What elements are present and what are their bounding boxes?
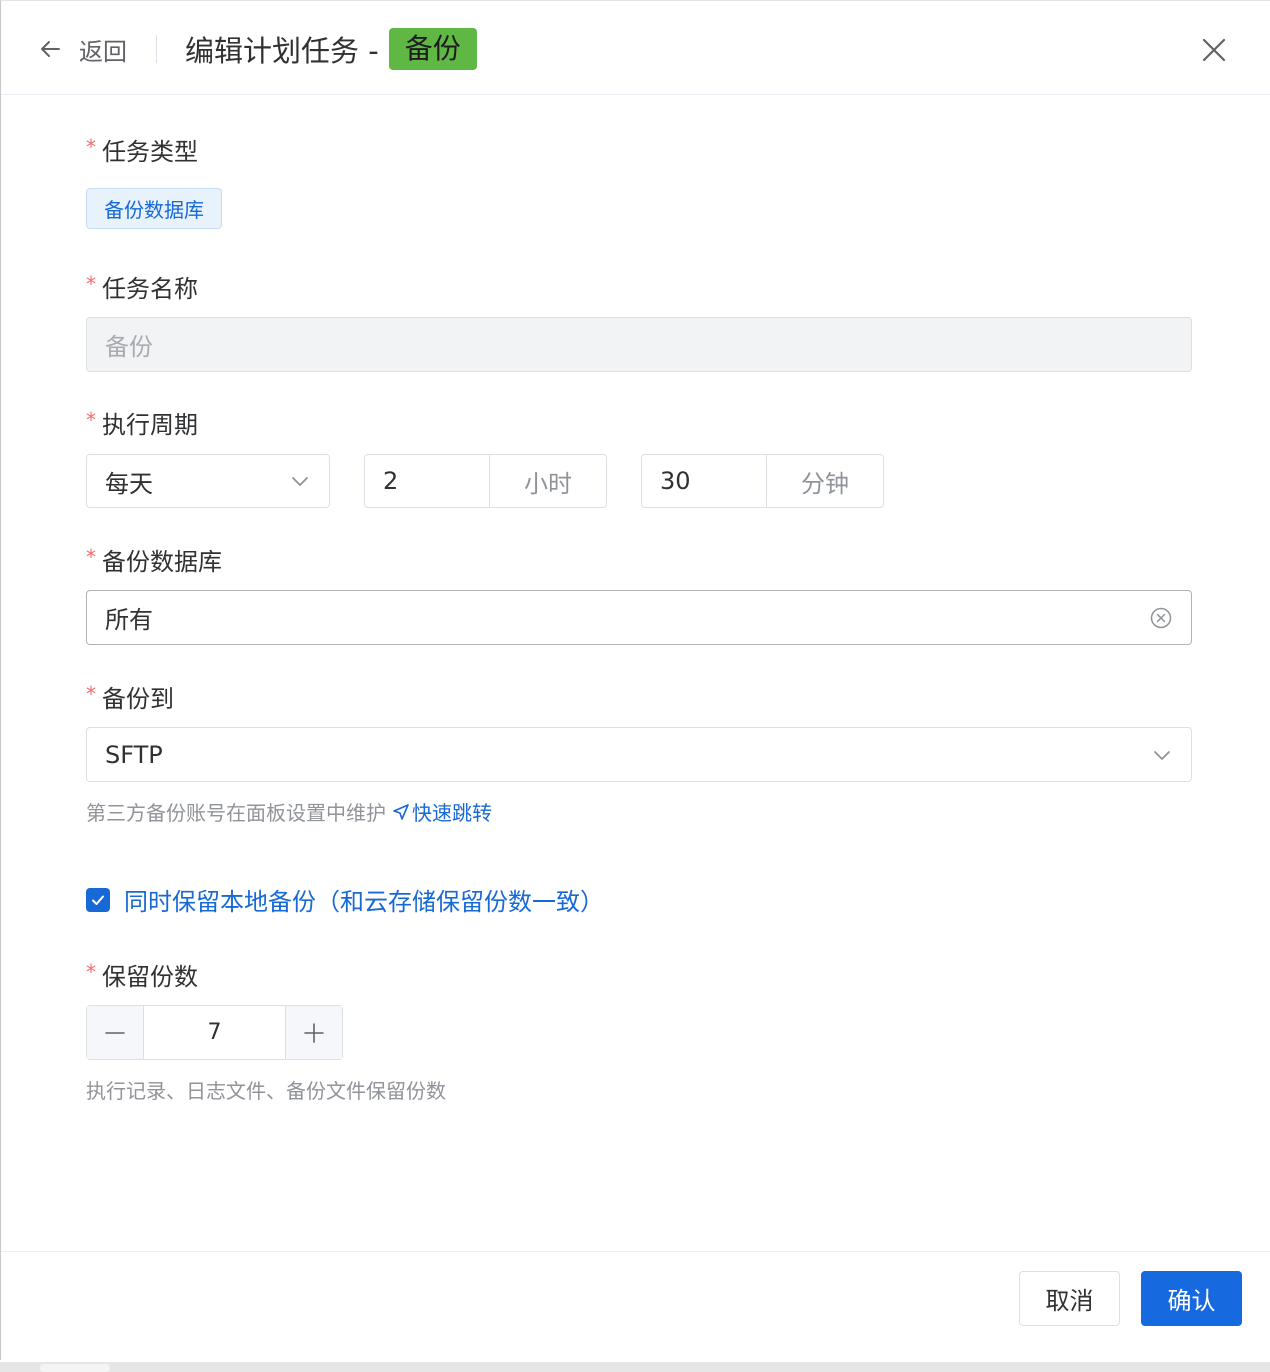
minutes-input[interactable]: 30 分钟 <box>641 454 884 508</box>
title-text: 编辑计划任务 - <box>185 34 379 68</box>
required-mark: * <box>86 544 96 569</box>
cycle-label-text: 执行周期 <box>102 411 198 439</box>
task-name-input[interactable]: 备份 <box>86 317 1192 372</box>
title-tag: 备份 <box>388 28 477 70</box>
dialog-header: 返回 编辑计划任务 - 备份 <box>1 1 1270 95</box>
backup-to-hint: 第三方备份账号在面板设置中维护 快速跳转 <box>86 797 492 826</box>
back-label: 返回 <box>79 37 127 66</box>
retention-hint: 执行记录、日志文件、备份文件保留份数 <box>86 1079 446 1103</box>
database-label-text: 备份数据库 <box>102 548 222 576</box>
task-name-label: * 任务名称 <box>86 269 198 304</box>
back-button[interactable]: 返回 <box>37 31 127 67</box>
retention-value[interactable]: 7 <box>144 1006 285 1059</box>
backup-to-label: * 备份到 <box>86 679 174 714</box>
task-name-label-text: 任务名称 <box>102 275 198 303</box>
task-type-chip: 备份数据库 <box>86 188 222 229</box>
backup-to-hint-text: 第三方备份账号在面板设置中维护 <box>86 801 386 825</box>
retention-stepper: 7 <box>86 1005 343 1060</box>
edit-task-dialog: 返回 编辑计划任务 - 备份 * 任务类型 备份数据库 * 任务名称 备份 * … <box>0 0 1270 1360</box>
quick-jump-link[interactable]: 快速跳转 <box>392 797 492 826</box>
retention-label-text: 保留份数 <box>102 963 198 991</box>
minus-icon <box>105 1031 125 1034</box>
task-type-label-text: 任务类型 <box>102 138 198 166</box>
check-icon <box>92 895 104 905</box>
cycle-label: * 执行周期 <box>86 405 198 440</box>
quick-jump-label: 快速跳转 <box>412 801 492 825</box>
required-mark: * <box>86 407 96 432</box>
backup-to-select[interactable]: SFTP <box>86 727 1192 782</box>
dialog-footer: 取消 确认 <box>1 1251 1270 1361</box>
hours-value: 2 <box>383 467 399 495</box>
required-mark: * <box>86 681 96 706</box>
task-type-label: * 任务类型 <box>86 132 198 167</box>
hours-input[interactable]: 2 小时 <box>364 454 607 508</box>
send-icon <box>393 803 409 820</box>
minutes-value: 30 <box>660 467 691 495</box>
keep-local-label: 同时保留本地备份（和云存储保留份数一致） <box>124 888 604 916</box>
chevron-down-icon <box>292 477 308 486</box>
cancel-button[interactable]: 取消 <box>1019 1271 1120 1326</box>
keep-local-checkbox[interactable]: 同时保留本地备份（和云存储保留份数一致） <box>86 882 604 917</box>
period-value: 每天 <box>105 469 153 498</box>
hours-unit: 小时 <box>489 455 606 507</box>
checkbox-box[interactable] <box>86 887 110 912</box>
minutes-unit: 分钟 <box>766 455 883 507</box>
confirm-button[interactable]: 确认 <box>1141 1271 1242 1326</box>
period-select[interactable]: 每天 <box>86 454 330 508</box>
arrow-left-icon <box>41 41 60 57</box>
backup-to-value: SFTP <box>105 740 163 769</box>
task-name-value: 备份 <box>105 333 153 361</box>
backup-to-label-text: 备份到 <box>102 685 174 713</box>
required-mark: * <box>86 271 96 296</box>
retention-label: * 保留份数 <box>86 957 198 992</box>
increase-button[interactable] <box>285 1006 342 1059</box>
header-divider <box>156 35 157 63</box>
close-icon[interactable] <box>1197 33 1231 67</box>
chevron-down-icon <box>1154 750 1170 760</box>
horizontal-scrollbar[interactable] <box>0 1362 1270 1372</box>
scrollbar-thumb[interactable] <box>40 1364 110 1372</box>
database-select[interactable]: 所有 <box>86 590 1192 645</box>
database-value: 所有 <box>105 606 153 634</box>
circle-close-icon[interactable] <box>1149 606 1173 630</box>
page-title: 编辑计划任务 - 备份 <box>185 28 477 70</box>
required-mark: * <box>86 959 96 984</box>
database-label: * 备份数据库 <box>86 542 222 577</box>
decrease-button[interactable] <box>87 1006 144 1059</box>
required-mark: * <box>86 134 96 159</box>
plus-icon <box>304 1022 324 1043</box>
